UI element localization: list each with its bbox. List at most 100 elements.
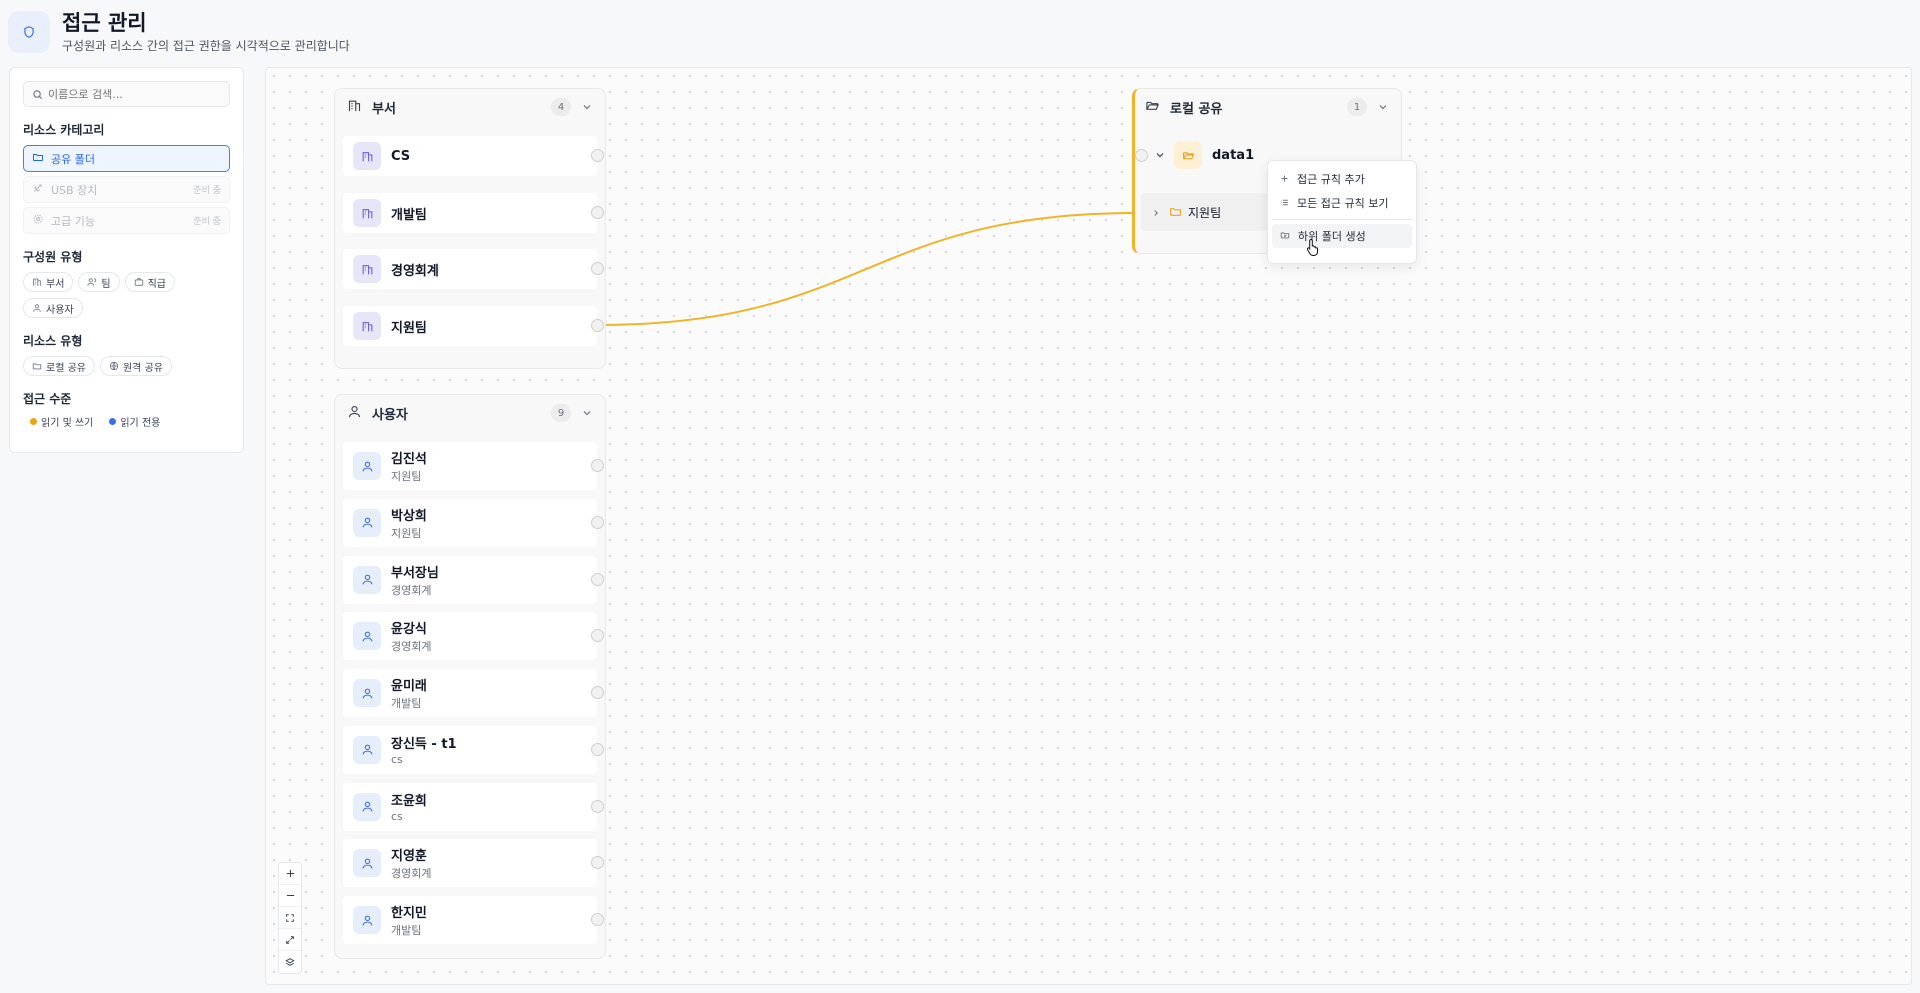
user-node[interactable]: 한지민 개발팀: [343, 896, 604, 944]
member-types-title: 구성원 유형: [23, 250, 83, 264]
folder-plus-icon: [1280, 230, 1290, 243]
category-label: USB 장치: [51, 183, 98, 197]
category-advanced: 고급 기능 준비 중: [23, 207, 230, 234]
user-icon: [353, 735, 381, 764]
node-name: 경영회계: [391, 263, 439, 279]
connection-handle[interactable]: [591, 572, 604, 586]
expand-icon: [286, 935, 294, 944]
user-icon: [347, 404, 362, 423]
fit-view-button[interactable]: [279, 907, 301, 929]
user-icon: [353, 565, 381, 594]
building-icon: [353, 199, 381, 227]
building-icon: [353, 142, 381, 170]
layers-icon: [285, 958, 295, 966]
chevron-down-icon[interactable]: [581, 404, 593, 423]
expand-button[interactable]: [279, 929, 301, 951]
search-box[interactable]: [23, 81, 230, 107]
user-icon: [353, 622, 381, 651]
user-department: cs: [391, 810, 403, 823]
category-label: 공유 폴더: [51, 152, 95, 166]
user-icon: [353, 679, 381, 707]
usb-icon: [32, 182, 44, 197]
zoom-controls: [278, 862, 302, 974]
connection-handle[interactable]: [591, 319, 604, 332]
user-department: 개발팀: [391, 697, 422, 710]
connection-handle[interactable]: [591, 799, 604, 813]
user-name: 김진석: [391, 452, 427, 467]
connection-handle[interactable]: [591, 459, 604, 472]
context-menu: 접근 규칙 추가 모든 접근 규칙 보기 하위 폴더 생성: [1267, 160, 1417, 264]
user-name: 부서장님: [391, 565, 439, 581]
flow-canvas[interactable]: 부서 4 CS 개발팀 경영회계 지원팀 사용자 9 김진석 지원팀 박상희 지…: [265, 67, 1912, 985]
user-node[interactable]: 윤강식 경영회계: [343, 612, 604, 661]
access-levels-title: 접근 수준: [23, 392, 72, 406]
dept-node-support[interactable]: 지원팀: [343, 306, 604, 346]
user-node[interactable]: 윤미래 개발팀: [343, 669, 604, 717]
user-node[interactable]: 김진석지원팀: [343, 442, 604, 490]
connection-handle[interactable]: [591, 742, 604, 756]
connection-handle[interactable]: [591, 686, 604, 699]
user-department: 지원팀: [391, 470, 422, 483]
chip-remote-share[interactable]: 원격 공유: [99, 356, 172, 376]
building-icon: [353, 312, 381, 340]
search-input[interactable]: [48, 87, 221, 101]
building-icon: [353, 255, 381, 283]
chevron-right-icon[interactable]: [1151, 203, 1161, 222]
group-title: 부서: [372, 101, 396, 117]
chevron-down-icon[interactable]: [1154, 146, 1166, 165]
minus-icon: [286, 894, 294, 897]
connection-handle[interactable]: [591, 515, 604, 529]
user-department: 경영회계: [391, 583, 432, 597]
dept-node-dev[interactable]: 개발팀: [343, 193, 604, 233]
connection-handle[interactable]: [591, 856, 604, 870]
user-node[interactable]: 박상희 지원팀: [343, 498, 604, 547]
category-usb-device: USB 장치 준비 중: [23, 176, 230, 203]
building-icon: [33, 278, 41, 286]
user-node[interactable]: 지영훈 경영회계: [343, 839, 604, 888]
connection-handle[interactable]: [591, 262, 604, 275]
chip-team[interactable]: 팀: [78, 272, 120, 292]
connection-handle[interactable]: [591, 149, 604, 162]
page-header: 접근 관리 구성원과 리소스 간의 접근 권한을 시각적으로 관리합니다: [8, 4, 350, 60]
menu-item-add-rule[interactable]: 접근 규칙 추가: [1272, 167, 1412, 191]
page-title: 접근 관리: [62, 11, 147, 35]
menu-item-view-rules[interactable]: 모든 접근 규칙 보기: [1272, 191, 1412, 215]
coming-soon-badge: 준비 중: [193, 217, 221, 227]
count-badge: 9: [551, 404, 571, 422]
globe-icon: [109, 361, 119, 371]
user-icon: [353, 452, 381, 480]
plus-icon: [286, 869, 294, 878]
dept-node-accounting[interactable]: 경영회계: [343, 249, 604, 289]
chip-local-share[interactable]: 로컬 공유: [23, 356, 95, 376]
connection-handle[interactable]: [591, 913, 604, 926]
list-icon: [1280, 197, 1289, 210]
department-group: 부서 4 CS 개발팀 경영회계 지원팀: [334, 88, 606, 369]
user-node[interactable]: 조윤희 cs: [343, 782, 604, 831]
menu-separator: [1272, 219, 1412, 220]
category-label: 고급 기능: [51, 214, 95, 228]
connection-handle[interactable]: [591, 206, 604, 219]
chip-user[interactable]: 사용자: [23, 298, 83, 318]
user-name: 장신득 - t1: [391, 737, 457, 753]
user-icon: [353, 792, 381, 821]
menu-item-create-subfolder[interactable]: 하위 폴더 생성: [1272, 224, 1412, 248]
category-shared-folder[interactable]: 공유 폴더: [23, 145, 230, 172]
user-node[interactable]: 부서장님경영회계: [343, 555, 604, 604]
dept-node-cs[interactable]: CS: [343, 136, 604, 176]
lock-button[interactable]: [279, 951, 301, 973]
zoom-in-button[interactable]: [279, 863, 301, 885]
zoom-out-button[interactable]: [279, 885, 301, 907]
chip-department[interactable]: 부서: [23, 272, 74, 292]
user-icon: [353, 849, 381, 878]
connection-handle[interactable]: [591, 629, 604, 643]
chevron-down-icon[interactable]: [1377, 98, 1389, 117]
user-department: 개발팀: [391, 924, 422, 937]
user-node[interactable]: 장신득 - t1 cs: [343, 725, 604, 774]
folder-icon: [1169, 203, 1182, 222]
user-department: cs: [391, 753, 403, 767]
chevron-down-icon[interactable]: [581, 98, 593, 117]
group-title: 사용자: [372, 407, 408, 423]
connection-handle[interactable]: [1135, 148, 1148, 162]
plus-icon: [1280, 173, 1289, 186]
chip-position[interactable]: 직급: [124, 272, 176, 292]
